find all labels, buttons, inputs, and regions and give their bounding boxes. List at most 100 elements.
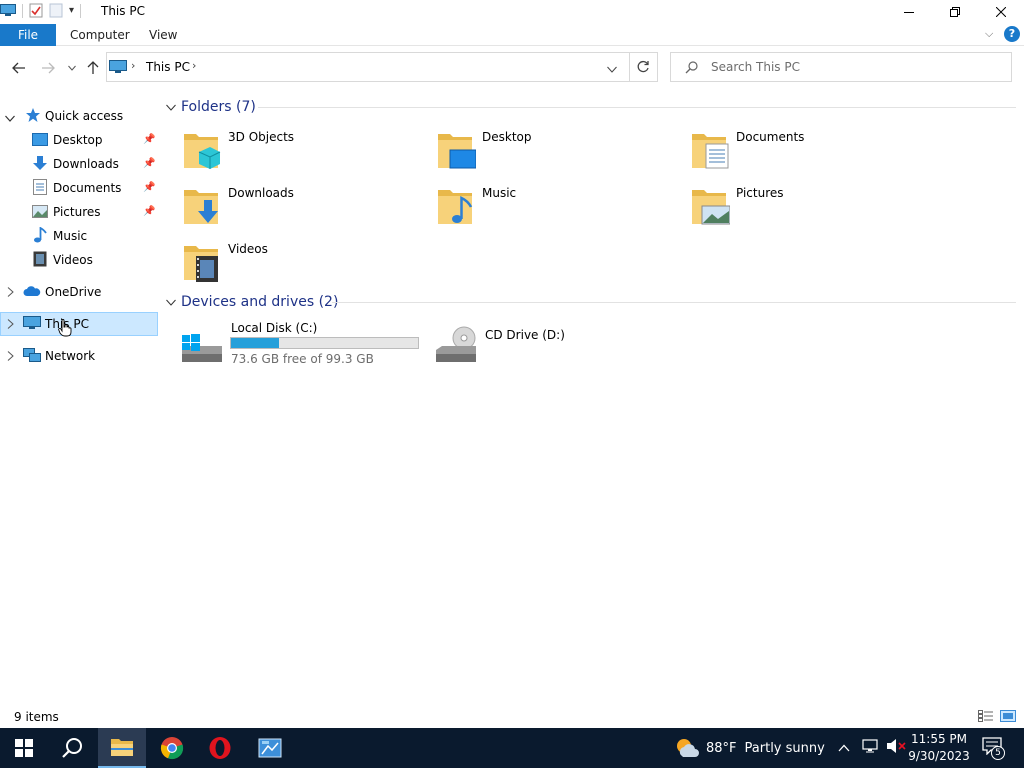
folder-downloads[interactable]: Downloads [182, 182, 432, 234]
drives-group-header[interactable]: Devices and drives (2) [166, 294, 338, 310]
nav-this-pc[interactable]: This PC [0, 312, 158, 337]
pin-icon[interactable]: 📌 [143, 158, 155, 169]
address-bar[interactable]: › This PC › [106, 52, 658, 82]
nav-videos[interactable]: Videos [0, 248, 158, 272]
large-icons-view-icon[interactable] [1000, 710, 1016, 725]
recent-locations-button[interactable] [63, 59, 81, 77]
folder-pictures[interactable]: Pictures [690, 182, 940, 234]
expand-ribbon-icon[interactable]: ⌵ [985, 27, 993, 41]
weather-temperature: 88°F [706, 740, 737, 756]
nav-documents[interactable]: Documents 📌 [0, 176, 158, 200]
breadcrumb-separator-icon[interactable]: › [192, 59, 196, 72]
folder-pictures-icon [690, 184, 731, 229]
pin-icon[interactable]: 📌 [143, 134, 155, 145]
notification-icon: 5 [982, 737, 1006, 760]
tab-view[interactable]: View [149, 24, 177, 46]
network-tray[interactable] [862, 728, 880, 768]
partly-sunny-icon [674, 736, 700, 760]
nav-desktop[interactable]: Desktop 📌 [0, 128, 158, 152]
volume-tray[interactable] [886, 728, 906, 768]
up-button[interactable] [84, 59, 102, 77]
weather-widget[interactable]: 88°F Partly sunny [674, 728, 825, 768]
search-button[interactable] [48, 728, 96, 768]
cloud-icon [23, 286, 41, 300]
search-box[interactable]: Search This PC [670, 52, 1012, 82]
back-button[interactable] [10, 59, 28, 77]
group-divider [258, 107, 1016, 108]
nav-network[interactable]: Network [0, 344, 158, 368]
tab-computer[interactable]: Computer [70, 24, 130, 46]
folder-videos-icon [182, 240, 222, 285]
network-disconnected-icon [862, 738, 880, 758]
folder-label: Documents [736, 130, 805, 144]
close-button[interactable] [978, 0, 1024, 24]
folder-videos[interactable]: Videos [182, 238, 432, 290]
address-dropdown-icon[interactable] [607, 62, 617, 76]
search-placeholder: Search This PC [711, 60, 800, 74]
chevron-right-icon[interactable] [7, 350, 14, 364]
pin-icon[interactable]: 📌 [143, 182, 155, 193]
network-icon [23, 348, 41, 366]
chevron-down-icon[interactable] [166, 99, 176, 115]
folder-label: Pictures [736, 186, 784, 200]
minimize-button[interactable] [886, 0, 932, 24]
nav-pictures[interactable]: Pictures 📌 [0, 200, 158, 224]
folder-3d-objects[interactable]: 3D Objects [182, 126, 432, 178]
show-hidden-icons-button[interactable] [838, 728, 850, 768]
taskbar: 88°F Partly sunny 11:55 PM 9/30/2023 5 [0, 728, 1024, 768]
drive-d[interactable]: CD Drive (D:) [434, 320, 634, 372]
folder-label: 3D Objects [228, 130, 295, 144]
drive-c-label: Local Disk (C:) [231, 321, 318, 335]
new-folder-icon[interactable] [49, 3, 63, 18]
chevron-down-icon[interactable] [166, 294, 176, 310]
nav-videos-label: Videos [53, 253, 93, 267]
chevron-right-icon[interactable] [7, 286, 14, 300]
opera-icon [209, 737, 231, 759]
ribbon: File Computer View ⌵ ? [0, 24, 1024, 46]
breadcrumb-this-pc[interactable]: This PC [146, 60, 190, 74]
nav-pictures-label: Pictures [53, 205, 101, 219]
help-icon[interactable]: ? [1004, 26, 1020, 42]
nav-music-label: Music [53, 229, 88, 243]
content-pane: Folders (7) 3D Objects Desktop Documents… [158, 96, 1024, 706]
film-icon [33, 251, 47, 270]
nav-onedrive[interactable]: OneDrive [0, 280, 158, 304]
breadcrumb-separator-icon[interactable]: › [131, 59, 135, 72]
nav-downloads[interactable]: Downloads 📌 [0, 152, 158, 176]
control-panel-icon [258, 738, 282, 758]
refresh-icon[interactable] [636, 60, 650, 77]
tab-file[interactable]: File [0, 24, 56, 46]
details-view-icon[interactable] [978, 710, 994, 725]
taskbar-chrome[interactable] [148, 728, 196, 768]
start-button[interactable] [0, 728, 48, 768]
folder-desktop[interactable]: Desktop [436, 126, 686, 178]
folders-group-header[interactable]: Folders (7) [166, 99, 256, 115]
chevron-down-icon[interactable] [5, 111, 15, 125]
forward-arrow-icon [42, 62, 55, 74]
clock-time: 11:55 PM [911, 732, 967, 746]
minimize-icon [904, 12, 914, 13]
customize-toolbar-icon[interactable]: ▾ [69, 5, 74, 16]
chevron-right-icon[interactable] [7, 318, 14, 332]
address-divider [629, 53, 630, 81]
folder-music[interactable]: Music [436, 182, 686, 234]
forward-button[interactable] [39, 59, 57, 77]
taskbar-control-panel[interactable] [246, 728, 294, 768]
taskbar-opera[interactable] [196, 728, 244, 768]
clock[interactable]: 11:55 PM 9/30/2023 [906, 731, 972, 767]
picture-icon [32, 205, 48, 221]
restore-button[interactable] [932, 0, 978, 24]
hard-drive-icon [180, 326, 224, 367]
properties-icon[interactable] [29, 3, 43, 18]
taskbar-file-explorer[interactable] [98, 728, 146, 768]
notification-count-badge: 5 [991, 746, 1005, 760]
computer-icon[interactable] [0, 4, 16, 17]
chevron-down-icon [68, 65, 76, 71]
nav-quick-access[interactable]: Quick access [0, 104, 158, 128]
file-explorer-window: ▾ This PC File Computer View ⌵ ? › This … [0, 0, 1024, 768]
nav-music[interactable]: Music [0, 224, 158, 248]
folder-documents[interactable]: Documents [690, 126, 940, 178]
pin-icon[interactable]: 📌 [143, 206, 155, 217]
drive-c[interactable]: Local Disk (C:) 73.6 GB free of 99.3 GB [180, 320, 422, 372]
action-center-button[interactable]: 5 [982, 728, 1006, 768]
